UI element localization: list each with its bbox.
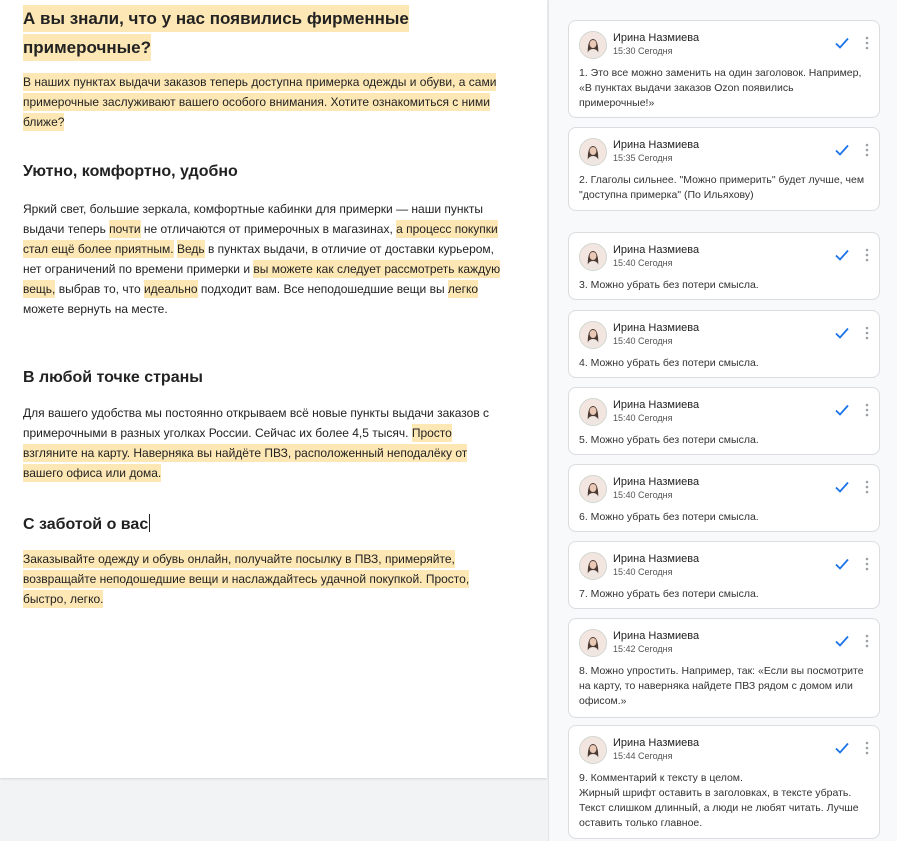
check-icon[interactable] [835,557,849,570]
highlight-6[interactable]: идеально [143,280,198,298]
comment-text: 6. Можно убрать без потери смысла. [579,511,759,523]
title-highlight[interactable]: А вы знали, что у нас появились фирменны… [23,5,409,61]
comment-time: 15:40 Сегодня [613,567,673,577]
check-icon[interactable] [835,326,849,339]
comment-author: Ирина Назмиева [613,553,700,565]
document-title: А вы знали, что у нас появились фирменны… [23,4,503,62]
comment-text: 1. Это все можно заменить на один заголо… [579,67,862,109]
comment-author: Ирина Назмиева [613,399,700,411]
comment-text: 9. Комментарий к тексту в целом. Жирный … [579,772,859,829]
avatar [579,321,607,349]
more-vert-icon[interactable] [865,36,869,50]
comment-text: 3. Можно убрать без потери смысла. [579,279,759,291]
comment-time: 15:30 Сегодня [613,46,673,56]
comment-author: Ирина Назмиева [613,476,700,488]
check-icon[interactable] [835,480,849,493]
comment-time: 15:40 Сегодня [613,490,673,500]
heading-care-text: С заботой о вас [23,516,149,533]
comment-text: 2. Глаголы сильнее. "Можно примерить" бу… [579,174,865,201]
comment-time: 15:40 Сегодня [613,336,673,346]
text-cursor [149,514,151,532]
paragraph-country: Для вашего удобства мы постоянно открыва… [23,403,503,483]
heading-care: С заботой о вас [23,514,151,535]
more-vert-icon[interactable] [865,741,869,755]
more-vert-icon[interactable] [865,403,869,417]
comment-text: 7. Можно убрать без потери смысла. [579,588,759,600]
paragraph-care: Заказывайте одежду и обувь онлайн, получ… [23,549,503,609]
highlight-2[interactable]: почти [109,220,141,238]
comment-author: Ирина Назмиева [613,32,700,44]
comment-card[interactable]: Ирина Назмиева 15:40 Сегодня 4. Можно убра… [568,310,880,378]
highlight-7[interactable]: легко [447,280,479,298]
comment-card[interactable]: Ирина Назмиева 15:40 Сегодня 5. Можно убра… [568,387,880,455]
comment-author: Ирина Назмиева [613,139,700,151]
avatar [579,138,607,166]
more-vert-icon[interactable] [865,480,869,494]
avatar [579,475,607,503]
highlight-4[interactable]: Ведь [176,240,205,258]
more-vert-icon[interactable] [865,143,869,157]
comment-time: 15:35 Сегодня [613,153,673,163]
more-vert-icon[interactable] [865,634,869,648]
comment-text: 5. Можно убрать без потери смысла. [579,434,759,446]
comment-text: 8. Можно упростить. Например, так: «Если… [579,665,864,707]
more-vert-icon[interactable] [865,326,869,340]
check-icon[interactable] [835,403,849,416]
comments-sidebar: Ирина Назмиева 15:30 Сегодня 1. Это все мо… [548,0,897,841]
highlight-9[interactable]: Заказывайте одежду и обувь онлайн, получ… [23,550,470,608]
comment-card[interactable]: Ирина Назмиева 15:44 Сегодня 9. Комментари… [568,725,880,839]
text-run: не отличаются от примерочных в магазинах… [140,222,397,236]
comment-card[interactable]: Ирина Назмиева 15:30 Сегодня 1. Это все мо… [568,20,880,118]
avatar [579,629,607,657]
comment-card[interactable]: Ирина Назмиева 15:42 Сегодня 8. Можно упро… [568,618,880,718]
heading-country: В любой точке страны [23,369,203,386]
intro-paragraph: В наших пунктах выдачи заказов теперь до… [23,72,503,132]
avatar [579,398,607,426]
comment-text: 4. Можно убрать без потери смысла. [579,357,759,369]
comment-author: Ирина Назмиева [613,244,700,256]
comment-time: 15:42 Сегодня [613,644,673,654]
check-icon[interactable] [835,634,849,647]
comment-time: 15:44 Сегодня [613,751,673,761]
more-vert-icon[interactable] [865,248,869,262]
more-vert-icon[interactable] [865,557,869,571]
comment-card[interactable]: Ирина Назмиева 15:40 Сегодня 6. Можно убра… [568,464,880,532]
text-run: выбрав то, что [55,282,144,296]
avatar [579,31,607,59]
comment-time: 15:40 Сегодня [613,413,673,423]
paragraph-comfort: Яркий свет, большие зеркала, комфортные … [23,199,503,319]
comment-card[interactable]: Ирина Назмиева 15:40 Сегодня 3. Можно убра… [568,232,880,300]
avatar [579,552,607,580]
text-run: можете вернуть на месте. [23,302,168,316]
comment-card[interactable]: Ирина Назмиева 15:35 Сегодня 2. Глаголы си… [568,127,880,211]
comment-time: 15:40 Сегодня [613,258,673,268]
comment-author: Ирина Назмиева [613,322,700,334]
comment-author: Ирина Назмиева [613,737,700,749]
comment-author: Ирина Назмиева [613,630,700,642]
check-icon[interactable] [835,143,849,156]
document-page: А вы знали, что у нас появились фирменны… [0,0,547,778]
avatar [579,736,607,764]
intro-highlight[interactable]: В наших пунктах выдачи заказов теперь до… [23,73,497,131]
heading-comfort: Уютно, комфортно, удобно [23,163,238,180]
check-icon[interactable] [835,248,849,261]
check-icon[interactable] [835,36,849,49]
check-icon[interactable] [835,741,849,754]
comment-card[interactable]: Ирина Назмиева 15:40 Сегодня 7. Можно убра… [568,541,880,609]
avatar [579,243,607,271]
text-run: подходит вам. Все неподошедшие вещи вы [197,282,448,296]
